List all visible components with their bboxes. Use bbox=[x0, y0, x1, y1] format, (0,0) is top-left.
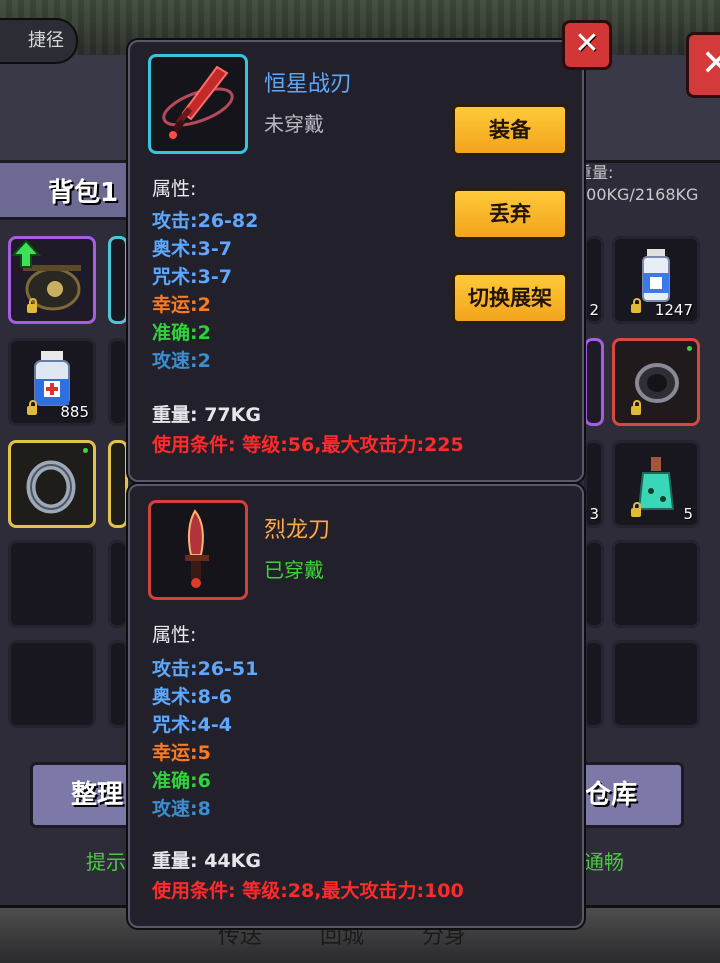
inventory-slot[interactable]: 2 bbox=[584, 236, 604, 324]
attribute-accuracy: 准确:6 bbox=[152, 770, 211, 792]
item-count: 1247 bbox=[654, 301, 693, 319]
inventory-slot[interactable]: 885 bbox=[8, 338, 96, 426]
attribute-accuracy: 准确:2 bbox=[152, 322, 211, 344]
inventory-slot[interactable]: 5 bbox=[612, 440, 700, 528]
upgrade-arrow-icon bbox=[11, 239, 41, 268]
inventory-slot[interactable] bbox=[108, 440, 128, 528]
close-icon[interactable]: ✕ bbox=[562, 20, 612, 70]
item-count: 885 bbox=[60, 403, 89, 421]
attribute-attack: 攻击:26-51 bbox=[152, 658, 259, 680]
attribute-attack-speed: 攻速:2 bbox=[152, 350, 211, 372]
lock-icon bbox=[27, 298, 37, 313]
item-compare-panel-new: 恒星战刃 未穿戴 属性: 攻击:26-82 奥术:3-7 咒术:3-7 幸运:2… bbox=[128, 40, 584, 482]
item-name: 烈龙刀 bbox=[264, 518, 331, 543]
shortcut-tab[interactable]: 捷径 bbox=[0, 18, 78, 64]
weight-label: 重量: bbox=[576, 163, 614, 182]
attribute-arcane: 奥术:3-7 bbox=[152, 238, 232, 260]
attribute-curse: 咒术:4-4 bbox=[152, 714, 232, 736]
blade-icon bbox=[185, 509, 209, 588]
item-icon-frame bbox=[148, 500, 248, 600]
item-requirement: 使用条件: 等级:28,最大攻击力:100 bbox=[152, 880, 464, 902]
hint-text: 提示 bbox=[86, 850, 126, 874]
inventory-slot[interactable] bbox=[8, 236, 96, 324]
attributes-title: 属性: bbox=[152, 624, 197, 646]
inventory-slot[interactable] bbox=[8, 440, 96, 528]
discard-button[interactable]: 丢弃 bbox=[452, 188, 568, 240]
lock-icon bbox=[27, 400, 37, 415]
inventory-slot[interactable] bbox=[584, 338, 604, 426]
inventory-slot[interactable] bbox=[612, 338, 700, 426]
item-status: 已穿戴 bbox=[264, 558, 324, 582]
inventory-slot[interactable] bbox=[612, 640, 700, 728]
inventory-slot[interactable]: 3 bbox=[584, 440, 604, 528]
sort-button[interactable]: 整理 bbox=[30, 762, 140, 828]
item-requirement: 使用条件: 等级:56,最大攻击力:225 bbox=[152, 434, 464, 456]
attribute-curse: 咒术:3-7 bbox=[152, 266, 232, 288]
item-status: 未穿戴 bbox=[264, 112, 324, 136]
inventory-slot[interactable] bbox=[8, 540, 96, 628]
hint-text-right: 通畅 bbox=[584, 850, 624, 874]
bracer-icon bbox=[635, 363, 679, 403]
attribute-attack-speed: 攻速:8 bbox=[152, 798, 211, 820]
inventory-slot[interactable] bbox=[8, 640, 96, 728]
item-weight: 重量: 77KG bbox=[152, 404, 261, 426]
inventory-slot[interactable] bbox=[584, 540, 604, 628]
weight-display: 重量: 200KG/2168KG bbox=[576, 162, 720, 214]
weight-value: 200KG/2168KG bbox=[576, 185, 699, 204]
inventory-slot[interactable] bbox=[108, 640, 128, 728]
inventory-slot[interactable] bbox=[612, 540, 700, 628]
equip-button[interactable]: 装备 bbox=[452, 104, 568, 156]
item-weight: 重量: 44KG bbox=[152, 850, 261, 872]
item-count: 3 bbox=[589, 505, 599, 523]
inventory-slot[interactable] bbox=[108, 338, 128, 426]
inventory-slot[interactable]: 1247 bbox=[612, 236, 700, 324]
inventory-close-button[interactable]: ✕ bbox=[686, 32, 720, 98]
ring-icon bbox=[26, 460, 76, 514]
sword-icon bbox=[162, 65, 234, 139]
lock-icon bbox=[631, 502, 641, 517]
attributes-title: 属性: bbox=[152, 178, 197, 200]
item-count: 2 bbox=[589, 301, 599, 319]
lock-icon bbox=[631, 298, 641, 313]
inventory-slot[interactable] bbox=[108, 236, 128, 324]
attribute-attack: 攻击:26-82 bbox=[152, 210, 259, 232]
attribute-luck: 幸运:2 bbox=[152, 294, 211, 316]
switch-shelf-button[interactable]: 切换展架 bbox=[452, 272, 568, 324]
item-name: 恒星战刃 bbox=[264, 72, 353, 97]
warehouse-button[interactable]: 仓库 bbox=[578, 762, 684, 828]
inventory-slot[interactable] bbox=[584, 640, 604, 728]
status-dot bbox=[83, 448, 88, 453]
status-dot bbox=[687, 346, 692, 351]
inventory-slot[interactable] bbox=[108, 540, 128, 628]
item-icon-frame bbox=[148, 54, 248, 154]
lock-icon bbox=[631, 400, 641, 415]
item-count: 5 bbox=[683, 505, 693, 523]
attribute-luck: 幸运:5 bbox=[152, 742, 211, 764]
item-compare-panel-equipped: 烈龙刀 已穿戴 属性: 攻击:26-51 奥术:8-6 咒术:4-4 幸运:5 … bbox=[128, 484, 584, 928]
attribute-arcane: 奥术:8-6 bbox=[152, 686, 232, 708]
bag-tab[interactable]: 背包1 bbox=[0, 160, 130, 220]
